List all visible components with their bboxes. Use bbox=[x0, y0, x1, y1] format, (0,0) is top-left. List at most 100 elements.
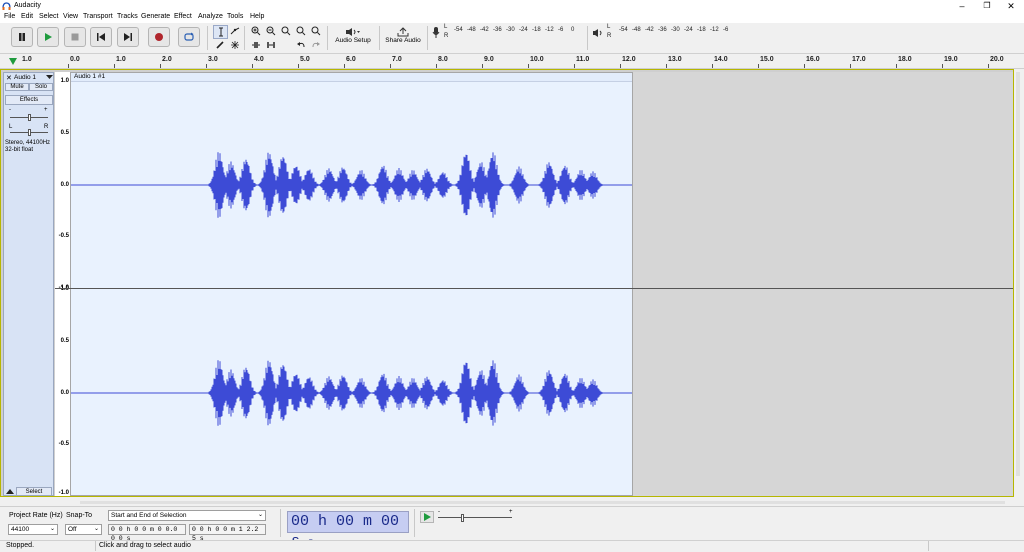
ruler-tick bbox=[896, 64, 897, 68]
maximize-button[interactable]: ❐ bbox=[974, 0, 1000, 12]
vertical-scrollbar[interactable] bbox=[1016, 72, 1020, 476]
snap-to-label: Snap-To bbox=[66, 512, 93, 519]
ruler-label: 1.0 bbox=[116, 56, 126, 63]
audio-position-timer[interactable]: 00 h 00 m 00 s ▾ bbox=[287, 511, 409, 550]
playback-meter[interactable]: L R -54 -48 -42 -36 -30 -24 -18 -12 -6 bbox=[592, 24, 752, 48]
ruler-label: 5.0 bbox=[300, 56, 310, 63]
selection-end-time[interactable]: 0 0 h 0 0 m 1 2.2 5 s bbox=[189, 524, 266, 542]
zoom-in-icon bbox=[251, 26, 260, 36]
track-menu-dropdown-icon[interactable] bbox=[46, 75, 53, 80]
zoom-in-button[interactable] bbox=[249, 25, 262, 37]
play-speed-slider[interactable] bbox=[438, 514, 512, 522]
skip-to-start-icon bbox=[97, 33, 105, 41]
snap-to-select[interactable]: Off ⌄ bbox=[65, 524, 102, 535]
effects-button[interactable]: Effects bbox=[5, 95, 53, 105]
play-speed-slider-thumb[interactable] bbox=[461, 514, 464, 522]
menu-select[interactable]: Select bbox=[39, 13, 58, 20]
track-control-panel: ✕ Audio 1 Mute Solo Effects - + L R Ster… bbox=[3, 72, 54, 496]
solo-button[interactable]: Solo bbox=[29, 83, 53, 91]
clip-header[interactable]: Audio 1 #1 bbox=[71, 73, 632, 82]
record-button[interactable] bbox=[148, 27, 170, 47]
loop-button[interactable] bbox=[178, 27, 200, 47]
multi-tool[interactable] bbox=[228, 39, 241, 51]
fit-project-button[interactable] bbox=[294, 25, 307, 37]
menu-help[interactable]: Help bbox=[250, 13, 264, 20]
stop-button[interactable] bbox=[64, 27, 86, 47]
ruler-tick bbox=[206, 64, 207, 68]
window-title: Audacity bbox=[14, 2, 41, 9]
audio-clip[interactable]: Audio 1 #1 bbox=[70, 72, 633, 496]
ruler-label: 19.0 bbox=[944, 56, 958, 63]
close-button[interactable]: ✕ bbox=[998, 0, 1024, 12]
playback-meter-l: L bbox=[607, 24, 611, 30]
undo-button[interactable] bbox=[294, 39, 307, 51]
playback-meter-r: R bbox=[607, 33, 612, 39]
ruler-tick bbox=[114, 64, 115, 68]
pan-slider[interactable] bbox=[10, 129, 48, 136]
audio-setup-button[interactable]: Audio Setup bbox=[333, 25, 373, 50]
ruler-label: 17.0 bbox=[852, 56, 866, 63]
meter-tick-label: -30 bbox=[671, 27, 680, 33]
project-rate-select[interactable]: 44100 ⌄ bbox=[8, 524, 58, 535]
horizontal-scrollbar[interactable] bbox=[80, 501, 1005, 504]
mute-button[interactable]: Mute bbox=[5, 83, 29, 91]
share-audio-button[interactable]: Share Audio bbox=[383, 25, 423, 50]
ruler-label: 8.0 bbox=[438, 56, 448, 63]
fit-selection-button[interactable] bbox=[279, 25, 292, 37]
envelope-tool[interactable] bbox=[228, 25, 241, 37]
ruler-label: 16.0 bbox=[806, 56, 820, 63]
menu-view[interactable]: View bbox=[63, 13, 78, 20]
ruler-label: 12.0 bbox=[622, 56, 636, 63]
ruler-tick bbox=[344, 64, 345, 68]
play-icon bbox=[45, 33, 52, 41]
pause-button[interactable] bbox=[11, 27, 33, 47]
title-bar: Audacity – ❐ ✕ bbox=[0, 0, 1024, 12]
selection-start-time[interactable]: 0 0 h 0 0 m 0 0.0 0 0 s bbox=[108, 524, 186, 542]
meter-tick-label: -30 bbox=[506, 27, 515, 33]
status-state: Stopped. bbox=[6, 542, 35, 549]
collapse-track-icon[interactable] bbox=[6, 489, 14, 495]
redo-icon bbox=[312, 42, 320, 48]
ruler-label: 6.0 bbox=[346, 56, 356, 63]
timeline-ruler[interactable]: 1.0 0.0 1.0 2.0 3.0 4.0 5.0 6.0 7.0 8.0 9.0 10.0 11.… bbox=[0, 55, 1024, 69]
selection-tool[interactable] bbox=[213, 25, 228, 39]
play-at-speed-button[interactable] bbox=[420, 511, 434, 523]
menu-tools[interactable]: Tools bbox=[227, 13, 243, 20]
menu-tracks[interactable]: Tracks bbox=[117, 13, 138, 20]
menu-effect[interactable]: Effect bbox=[174, 13, 192, 20]
track-name-menu[interactable]: Audio 1 bbox=[14, 74, 36, 81]
record-meter[interactable]: L R -54 -48 -42 -36 -30 -24 -18 -12 -6 0 bbox=[432, 24, 582, 48]
play-button[interactable] bbox=[37, 27, 59, 47]
menu-transport[interactable]: Transport bbox=[83, 13, 113, 20]
minimize-button[interactable]: – bbox=[949, 0, 975, 12]
skip-to-start-button[interactable] bbox=[90, 27, 112, 47]
skip-to-end-button[interactable] bbox=[117, 27, 139, 47]
amplitude-label: 1.0 bbox=[60, 286, 69, 292]
play-head-marker-icon bbox=[9, 58, 17, 65]
select-track-button[interactable]: Select bbox=[16, 487, 52, 496]
stop-icon bbox=[71, 33, 79, 41]
redo-button[interactable] bbox=[309, 39, 322, 51]
gain-slider-thumb[interactable] bbox=[28, 114, 31, 121]
close-track-button[interactable]: ✕ bbox=[6, 74, 12, 82]
zoom-out-button[interactable] bbox=[264, 25, 277, 37]
toolbar: Audio Setup Share Audio L R -54 -48 -42 -36… bbox=[0, 23, 1024, 54]
menu-analyze[interactable]: Analyze bbox=[198, 13, 223, 20]
ruler-tick bbox=[942, 64, 943, 68]
menu-generate[interactable]: Generate bbox=[141, 13, 170, 20]
menu-file[interactable]: File bbox=[4, 13, 15, 20]
silence-button[interactable] bbox=[264, 39, 277, 51]
track-empty-area[interactable] bbox=[633, 72, 1013, 496]
audacity-logo-icon bbox=[2, 2, 11, 10]
gain-slider[interactable] bbox=[10, 114, 48, 121]
menu-bar: File Edit Select View Transport Tracks G… bbox=[0, 12, 1024, 23]
menu-edit[interactable]: Edit bbox=[21, 13, 33, 20]
pan-slider-thumb[interactable] bbox=[28, 129, 31, 136]
zoom-toggle-button[interactable] bbox=[309, 25, 322, 37]
amplitude-label: -1.0 bbox=[58, 490, 69, 496]
draw-tool[interactable] bbox=[213, 39, 226, 51]
clip-name: Audio 1 #1 bbox=[74, 73, 106, 80]
selection-mode-select[interactable]: Start and End of Selection ⌄ bbox=[108, 510, 266, 521]
ruler-label: 20.0 bbox=[990, 56, 1004, 63]
trim-button[interactable] bbox=[249, 39, 262, 51]
